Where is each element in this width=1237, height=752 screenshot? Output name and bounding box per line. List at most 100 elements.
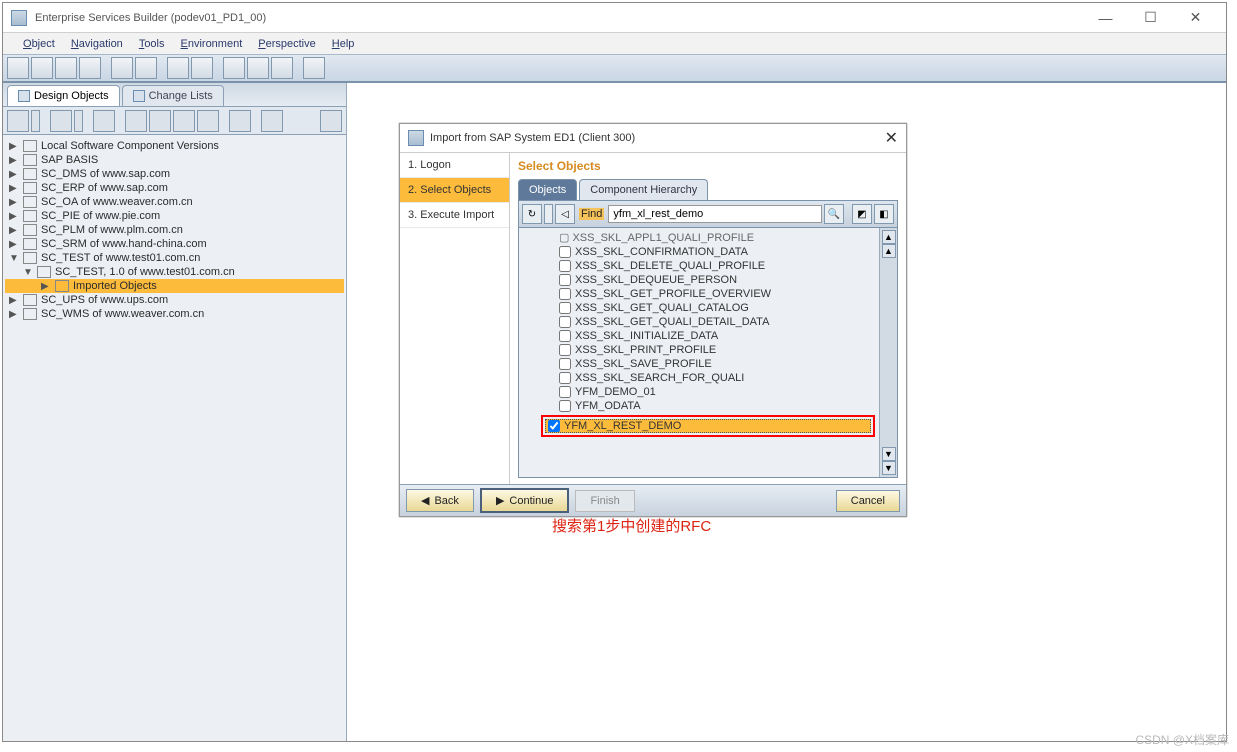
expand-icon[interactable]: ▶ — [9, 197, 19, 208]
expand-icon[interactable]: ▼ — [23, 267, 33, 278]
toolbar-btn-8[interactable] — [191, 57, 213, 79]
list-item[interactable]: XSS_SKL_SAVE_PROFILE — [559, 357, 875, 371]
tab-component-hierarchy[interactable]: Component Hierarchy — [579, 179, 708, 200]
list-checkbox[interactable] — [559, 274, 571, 286]
back-button[interactable]: ◀Back — [406, 489, 474, 512]
tree-item[interactable]: ▶Imported Objects — [5, 279, 344, 293]
toolbar-btn-1[interactable] — [7, 57, 29, 79]
sub-btn-9[interactable] — [261, 110, 283, 132]
tree-item[interactable]: ▶SC_PLM of www.plm.com.cn — [5, 223, 344, 237]
list-item[interactable]: XSS_SKL_INITIALIZE_DATA — [559, 329, 875, 343]
expand-icon[interactable]: ▶ — [9, 169, 19, 180]
tree-item[interactable]: ▶SC_ERP of www.sap.com — [5, 181, 344, 195]
dialog-close-icon[interactable]: ✕ — [885, 128, 898, 148]
tree-item[interactable]: ▶SC_UPS of www.ups.com — [5, 293, 344, 307]
list-item[interactable]: YFM_ODATA — [559, 399, 875, 413]
sub-btn-4[interactable] — [125, 110, 147, 132]
object-list[interactable]: ▢ XSS_SKL_APPL1_QUALI_PROFILE XSS_SKL_CO… — [519, 228, 879, 477]
refresh-dd[interactable] — [544, 204, 553, 224]
menu-environment[interactable]: Environment — [175, 36, 249, 52]
toolbar-btn-2[interactable] — [31, 57, 53, 79]
list-checkbox[interactable] — [559, 330, 571, 342]
sub-dd-2[interactable] — [74, 110, 83, 132]
toggle1-icon[interactable]: ◩ — [852, 204, 872, 224]
menu-navigation[interactable]: Navigation — [65, 36, 129, 52]
list-item[interactable]: XSS_SKL_DELETE_QUALI_PROFILE — [559, 259, 875, 273]
expand-icon[interactable]: ▶ — [9, 211, 19, 222]
tree-item[interactable]: ▶SC_OA of www.weaver.com.cn — [5, 195, 344, 209]
expand-icon[interactable]: ▶ — [9, 309, 19, 320]
cancel-button[interactable]: Cancel — [836, 490, 900, 512]
sub-btn-1[interactable] — [7, 110, 29, 132]
binoculars-icon[interactable]: 🔍 — [824, 204, 844, 224]
list-scrollbar[interactable]: ▲ ▲ ▼ ▼ — [879, 228, 897, 477]
toolbar-btn-7[interactable] — [167, 57, 189, 79]
list-item-selected[interactable]: YFM_XL_REST_DEMO — [545, 419, 871, 433]
toolbar-btn-3[interactable] — [55, 57, 77, 79]
menu-tools[interactable]: Tools — [133, 36, 171, 52]
menu-perspective[interactable]: Perspective — [252, 36, 321, 52]
list-checkbox[interactable] — [559, 288, 571, 300]
list-item[interactable]: XSS_SKL_GET_QUALI_CATALOG — [559, 301, 875, 315]
list-checkbox[interactable] — [559, 302, 571, 314]
sub-btn-5[interactable] — [149, 110, 171, 132]
step-execute-import[interactable]: 3. Execute Import — [400, 203, 509, 228]
scroll-up2-icon[interactable]: ▲ — [882, 244, 896, 258]
list-checkbox[interactable] — [559, 260, 571, 272]
list-checkbox[interactable] — [559, 246, 571, 258]
tree-item[interactable]: ▶SC_DMS of www.sap.com — [5, 167, 344, 181]
list-checkbox[interactable] — [559, 400, 571, 412]
list-item[interactable]: XSS_SKL_PRINT_PROFILE — [559, 343, 875, 357]
find-input[interactable] — [608, 205, 822, 223]
sub-btn-2[interactable] — [50, 110, 72, 132]
list-item[interactable]: XSS_SKL_GET_PROFILE_OVERVIEW — [559, 287, 875, 301]
list-checkbox[interactable] — [559, 344, 571, 356]
step-select-objects[interactable]: 2. Select Objects — [400, 178, 509, 203]
step-logon[interactable]: 1. Logon — [400, 153, 509, 178]
continue-button[interactable]: ▶Continue — [480, 488, 570, 513]
refresh-icon[interactable]: ↻ — [522, 204, 542, 224]
expand-icon[interactable]: ▶ — [9, 183, 19, 194]
tree-item[interactable]: ▼SC_TEST, 1.0 of www.test01.com.cn — [5, 265, 344, 279]
toolbar-btn-10[interactable] — [247, 57, 269, 79]
toggle2-icon[interactable]: ◧ — [874, 204, 894, 224]
expand-icon[interactable]: ▶ — [9, 155, 19, 166]
scroll-down-icon[interactable]: ▼ — [882, 461, 896, 475]
expand-icon[interactable]: ▶ — [9, 295, 19, 306]
list-checkbox[interactable] — [559, 358, 571, 370]
sub-btn-3[interactable] — [93, 110, 115, 132]
tab-objects[interactable]: Objects — [518, 179, 577, 200]
tree-item[interactable]: ▼SC_TEST of www.test01.com.cn — [5, 251, 344, 265]
list-item[interactable]: XSS_SKL_SEARCH_FOR_QUALI — [559, 371, 875, 385]
tree-item[interactable]: ▶SC_SRM of www.hand-china.com — [5, 237, 344, 251]
list-checkbox[interactable] — [548, 420, 560, 432]
navigation-tree[interactable]: ▶Local Software Component Versions▶SAP B… — [3, 135, 346, 741]
list-item[interactable]: XSS_SKL_GET_QUALI_DETAIL_DATA — [559, 315, 875, 329]
prev-find-icon[interactable]: ◁ — [555, 204, 575, 224]
list-item[interactable]: YFM_DEMO_01 — [559, 385, 875, 399]
sub-btn-8[interactable] — [229, 110, 251, 132]
sub-btn-7[interactable] — [197, 110, 219, 132]
sub-btn-right[interactable] — [320, 110, 342, 132]
close-button[interactable]: ✕ — [1173, 3, 1218, 33]
expand-icon[interactable]: ▶ — [9, 141, 19, 152]
menu-object[interactable]: Object — [17, 36, 61, 52]
tree-item[interactable]: ▶SC_PIE of www.pie.com — [5, 209, 344, 223]
toolbar-btn-5[interactable] — [111, 57, 133, 79]
toolbar-btn-12[interactable] — [303, 57, 325, 79]
scroll-down2-icon[interactable]: ▼ — [882, 447, 896, 461]
toolbar-btn-6[interactable] — [135, 57, 157, 79]
minimize-button[interactable]: — — [1083, 3, 1128, 33]
sub-dd-1[interactable] — [31, 110, 40, 132]
list-item[interactable]: XSS_SKL_DEQUEUE_PERSON — [559, 273, 875, 287]
tree-item[interactable]: ▶Local Software Component Versions — [5, 139, 344, 153]
expand-icon[interactable]: ▶ — [9, 225, 19, 236]
sub-btn-6[interactable] — [173, 110, 195, 132]
toolbar-btn-11[interactable] — [271, 57, 293, 79]
toolbar-btn-9[interactable] — [223, 57, 245, 79]
menu-help[interactable]: Help — [326, 36, 361, 52]
tab-design-objects[interactable]: Design Objects — [7, 85, 120, 106]
list-checkbox[interactable] — [559, 316, 571, 328]
maximize-button[interactable]: ☐ — [1128, 3, 1173, 33]
list-checkbox[interactable] — [559, 386, 571, 398]
